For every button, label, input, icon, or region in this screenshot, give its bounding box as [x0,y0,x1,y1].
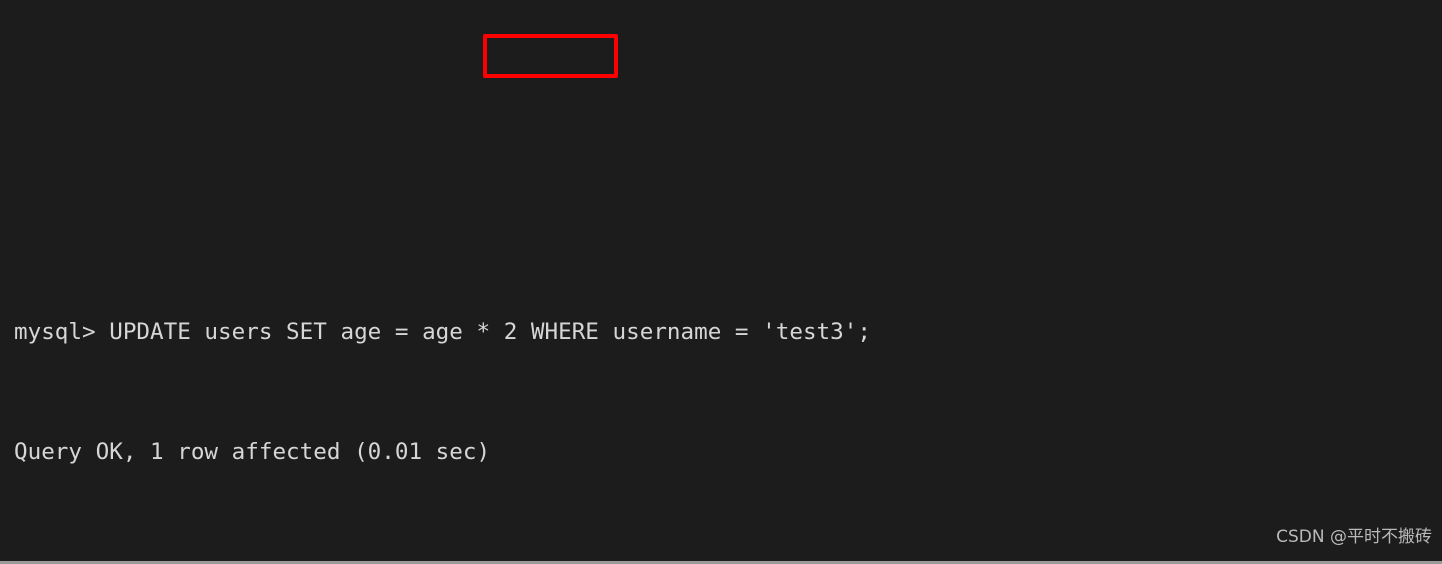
rows-matched-text: Rows matched: 1 Changed: 1 [14,559,408,561]
terminal-output: mysql> UPDATE users SET age = age * 2 WH… [14,0,912,561]
update-command-line[interactable]: mysql> UPDATE users SET age = age * 2 WH… [14,317,912,347]
query-ok-line: Query OK, 1 row affected (0.01 sec) [14,439,491,465]
rows-matched-line: Rows matched: 1 Changed: 1 Warnings: 0 [14,557,912,561]
terminal-window[interactable]: mysql> UPDATE users SET age = age * 2 WH… [0,0,1442,564]
warnings-text: Warnings: 0 [408,559,558,561]
watermark-label: CSDN @平时不搬砖 [1276,527,1432,547]
clipped-previous-output-line [14,77,912,107]
